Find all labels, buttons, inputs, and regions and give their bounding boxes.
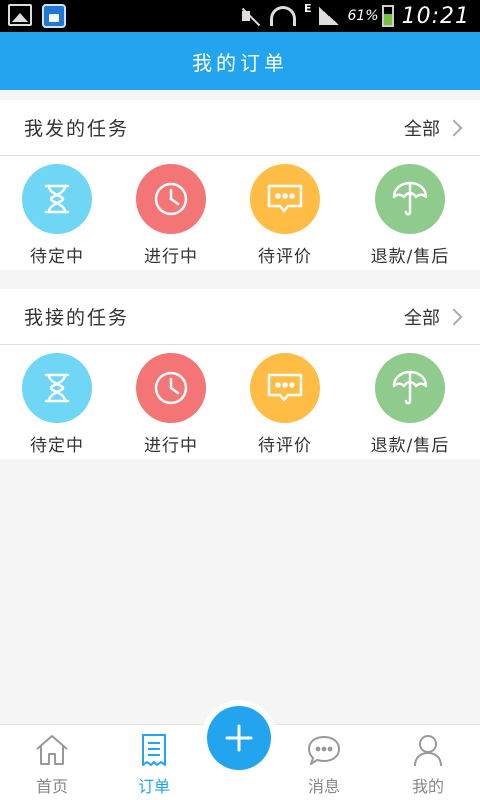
section-title: 我接的任务 [24,307,130,329]
umbrella-icon [375,164,445,234]
my-accepted-tasks-section: 我接的任务 全部 待定中 进行中 待评价 退款/售后 [0,289,480,459]
chat-icon [250,353,320,423]
nav-messages[interactable]: 消息 [284,733,364,797]
status-to-review-button[interactable]: 待评价 [230,164,340,267]
view-all-button[interactable]: 全部 [404,115,463,141]
home-icon [36,735,68,765]
wifi-icon [269,6,296,26]
user-icon [414,735,442,767]
status-label: 退款/售后 [370,436,450,456]
section-header: 我发的任务 全部 [0,100,480,156]
status-pending-button[interactable]: 待定中 [2,353,112,456]
app-icon [42,4,66,28]
battery-percent: 61% [347,8,379,24]
status-icon-row: 待定中 进行中 待评价 退款/售后 [0,156,480,270]
status-bar: E 61% 10:21 [0,0,480,32]
mute-icon [240,5,262,27]
signal-icon [319,7,340,25]
view-all-label: 全部 [404,118,440,140]
status-label: 进行中 [144,436,198,456]
status-label: 待评价 [258,247,312,267]
nav-orders[interactable]: 订单 [114,733,194,797]
view-all-label: 全部 [404,307,440,329]
section-title: 我发的任务 [24,118,130,140]
status-refund-button[interactable]: 退款/售后 [355,353,465,456]
hourglass-icon [22,164,92,234]
clock-icon [136,164,206,234]
status-to-review-button[interactable]: 待评价 [230,353,340,456]
status-in-progress-button[interactable]: 进行中 [116,353,226,456]
nav-label: 消息 [307,777,340,796]
chevron-right-icon [445,308,463,325]
status-label: 待定中 [30,247,84,267]
section-header: 我接的任务 全部 [0,289,480,345]
my-posted-tasks-section: 我发的任务 全部 待定中 进行中 待评价 退款/售后 [0,100,480,270]
status-label: 待定中 [30,436,84,456]
chevron-right-icon [445,119,463,136]
nav-label: 订单 [137,777,170,796]
status-refund-button[interactable]: 退款/售后 [355,164,465,267]
status-icon-row: 待定中 进行中 待评价 退款/售后 [0,345,480,459]
order-icon [142,734,166,766]
status-label: 退款/售后 [370,247,450,267]
page-title: 我的订单 [192,50,288,75]
nav-label: 我的 [411,777,444,796]
clock-time: 10:21 [401,3,470,29]
status-pending-button[interactable]: 待定中 [2,164,112,267]
add-button[interactable] [207,706,271,770]
plus-icon [225,724,253,752]
network-type: E [303,1,312,15]
status-label: 待评价 [258,436,312,456]
hourglass-icon [22,353,92,423]
image-icon [8,4,32,26]
status-label: 进行中 [144,247,198,267]
message-icon [308,736,340,765]
nav-label: 首页 [35,777,68,796]
chat-icon [250,164,320,234]
nav-home[interactable]: 首页 [12,733,92,797]
umbrella-icon [375,353,445,423]
view-all-button[interactable]: 全部 [404,304,463,330]
status-in-progress-button[interactable]: 进行中 [116,164,226,267]
clock-icon [136,353,206,423]
nav-profile[interactable]: 我的 [388,733,468,797]
battery-icon [381,5,394,27]
header-bar: 我的订单 [0,32,480,90]
